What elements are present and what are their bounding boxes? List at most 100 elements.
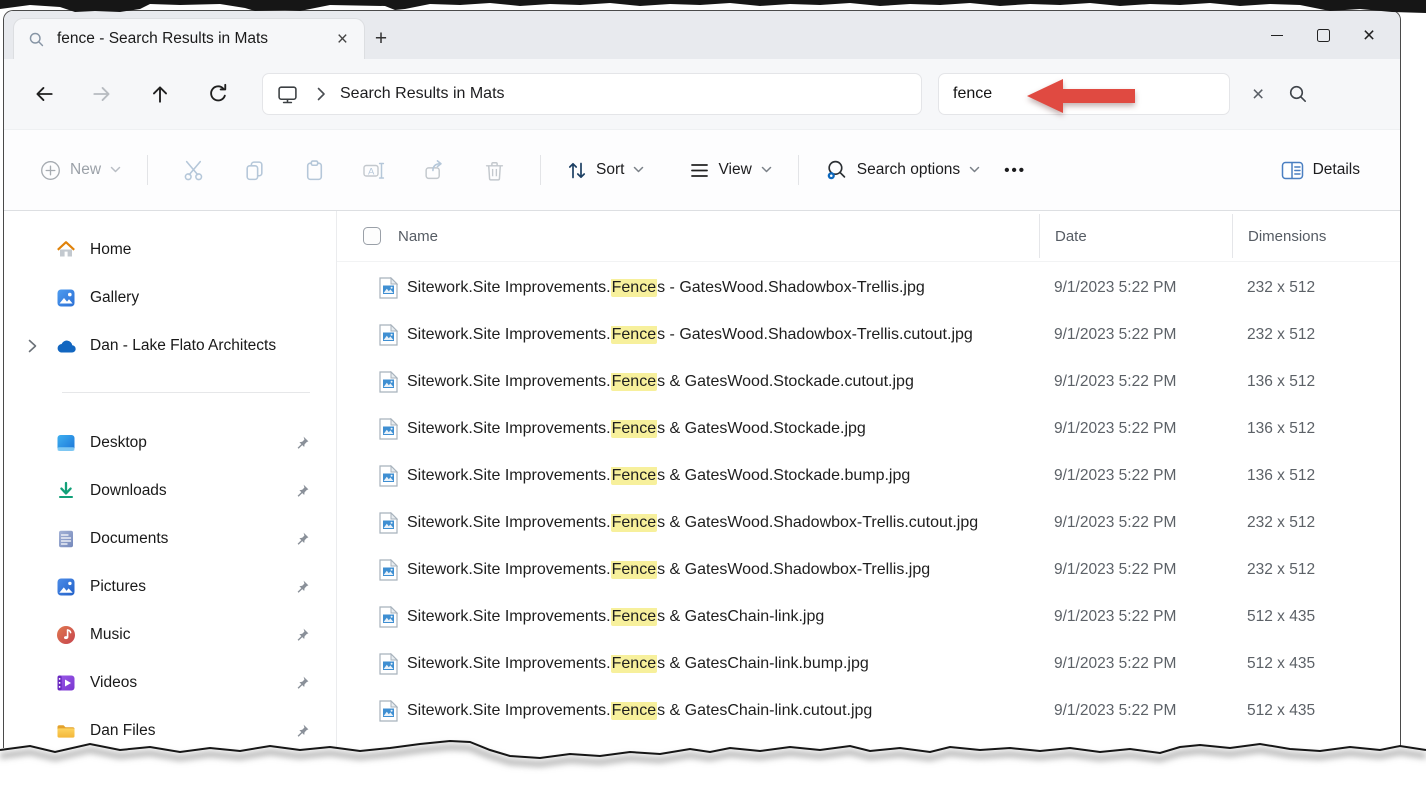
- rename-button[interactable]: A: [351, 148, 397, 192]
- sort-button-label: Sort: [596, 161, 624, 179]
- cut-icon: [183, 159, 206, 182]
- file-row[interactable]: Sitework.Site Improvements.Fences - Gate…: [337, 311, 1400, 358]
- file-row[interactable]: Sitework.Site Improvements.Fences & Gate…: [337, 452, 1400, 499]
- file-row[interactable]: Sitework.Site Improvements.Fences & Gate…: [337, 546, 1400, 593]
- sidebar-item-label: Documents: [90, 530, 168, 548]
- forward-button[interactable]: [80, 72, 124, 116]
- sidebar-item-pictures[interactable]: Pictures: [4, 563, 336, 611]
- music-icon: [54, 624, 78, 646]
- address-bar[interactable]: Search Results in Mats: [262, 73, 922, 115]
- sidebar-item-label: Music: [90, 626, 130, 644]
- chevron-down-icon: [110, 166, 121, 174]
- file-name: Sitework.Site Improvements.Fences - Gate…: [407, 326, 1039, 344]
- name-column-label: Name: [398, 228, 438, 245]
- file-name: Sitework.Site Improvements.Fences - Gate…: [407, 279, 1039, 297]
- sidebar-item-music[interactable]: Music: [4, 611, 336, 659]
- sidebar-item-home[interactable]: Home: [4, 226, 336, 274]
- details-button[interactable]: Details: [1271, 148, 1370, 192]
- jpg-file-icon: [379, 277, 398, 299]
- file-row[interactable]: Sitework.Site Improvements.Fences & Gate…: [337, 687, 1400, 734]
- window-controls: ×: [1254, 11, 1400, 59]
- file-row[interactable]: Sitework.Site Improvements.Fences - Gate…: [337, 264, 1400, 311]
- search-options-icon: [825, 159, 848, 182]
- delete-button[interactable]: [471, 148, 517, 192]
- new-button[interactable]: New: [30, 148, 131, 192]
- jpg-file-icon: [379, 324, 398, 346]
- search-input-value[interactable]: fence: [953, 85, 992, 103]
- sidebar-item-label: Gallery: [90, 289, 139, 307]
- tab-close-icon[interactable]: ×: [331, 28, 354, 51]
- sidebar-item-downloads[interactable]: Downloads: [4, 467, 336, 515]
- torn-edge-top: [0, 0, 1426, 16]
- maximize-button[interactable]: [1300, 13, 1346, 57]
- dimensions-column-label: Dimensions: [1248, 228, 1326, 245]
- cut-button[interactable]: [171, 148, 217, 192]
- tab-search-results[interactable]: fence - Search Results in Mats ×: [14, 19, 364, 59]
- file-row[interactable]: Sitework.Site Improvements.Fences & Gate…: [337, 358, 1400, 405]
- minimize-button[interactable]: [1254, 13, 1300, 57]
- up-arrow-icon: [149, 83, 171, 105]
- sidebar-top-section: Home Gallery Dan - Lake Flato Architects: [4, 226, 336, 370]
- refresh-icon: [207, 83, 229, 105]
- file-row[interactable]: Sitework.Site Improvements.Fences & Gate…: [337, 593, 1400, 640]
- sidebar-item-gallery[interactable]: Gallery: [4, 274, 336, 322]
- forward-arrow-icon: [91, 83, 113, 105]
- refresh-button[interactable]: [196, 72, 240, 116]
- share-button[interactable]: [411, 148, 457, 192]
- sort-button[interactable]: Sort: [557, 148, 654, 192]
- clear-search-icon[interactable]: ×: [1244, 84, 1272, 105]
- sidebar-item-documents[interactable]: Documents: [4, 515, 336, 563]
- file-explorer-window: fence - Search Results in Mats × + ×: [3, 10, 1401, 748]
- onedrive-icon: [54, 335, 78, 357]
- pin-icon: [294, 483, 310, 499]
- file-rows: Sitework.Site Improvements.Fences - Gate…: [337, 262, 1400, 748]
- file-date: 9/1/2023 5:22 PM: [1039, 655, 1232, 673]
- paste-button[interactable]: [291, 148, 337, 192]
- file-dimensions: 136 x 512: [1232, 467, 1400, 485]
- screenshot-page: fence - Search Results in Mats × + ×: [0, 0, 1426, 786]
- search-icon: [28, 31, 45, 48]
- downloads-icon: [54, 480, 78, 502]
- search-submit-button[interactable]: [1282, 84, 1314, 104]
- pin-icon: [294, 675, 310, 691]
- trash-icon: [483, 159, 506, 182]
- view-button[interactable]: View: [680, 148, 781, 192]
- file-date: 9/1/2023 5:22 PM: [1039, 702, 1232, 720]
- column-header-date[interactable]: Date: [1039, 214, 1232, 258]
- search-match-highlight: Fence: [611, 467, 657, 485]
- file-name: Sitework.Site Improvements.Fences & Gate…: [407, 467, 1039, 485]
- search-match-highlight: Fence: [611, 326, 657, 344]
- expand-chevron-icon[interactable]: [26, 338, 54, 354]
- up-button[interactable]: [138, 72, 182, 116]
- back-button[interactable]: [22, 72, 66, 116]
- jpg-file-icon: [379, 465, 398, 487]
- sidebar-item-dan-lake-flato-architects[interactable]: Dan - Lake Flato Architects: [4, 322, 336, 370]
- tab-bar: fence - Search Results in Mats × + ×: [4, 11, 1400, 59]
- pin-icon: [294, 531, 310, 547]
- file-row[interactable]: Sitework.Site Improvements.Fences & Gate…: [337, 640, 1400, 687]
- search-match-highlight: Fence: [611, 655, 657, 673]
- file-name: Sitework.Site Improvements.Fences & Gate…: [407, 608, 1039, 626]
- search-match-highlight: Fence: [611, 373, 657, 391]
- column-header-dimensions[interactable]: Dimensions: [1232, 214, 1400, 258]
- more-options-button[interactable]: •••: [990, 162, 1040, 179]
- file-row[interactable]: Sitework.Site Improvements.Fences & Gate…: [337, 499, 1400, 546]
- gallery-icon: [54, 287, 78, 309]
- sidebar-item-label: Downloads: [90, 482, 167, 500]
- select-all-checkbox[interactable]: [363, 227, 381, 245]
- chevron-down-icon: [969, 166, 980, 174]
- sidebar-item-label: Dan - Lake Flato Architects: [90, 337, 276, 355]
- svg-text:A: A: [368, 166, 375, 177]
- jpg-file-icon: [379, 418, 398, 440]
- copy-button[interactable]: [231, 148, 277, 192]
- search-options-button[interactable]: Search options: [815, 148, 990, 192]
- column-header-name[interactable]: Name: [337, 227, 1039, 245]
- search-box[interactable]: fence: [938, 73, 1230, 115]
- pin-icon: [294, 435, 310, 451]
- sidebar-item-desktop[interactable]: Desktop: [4, 419, 336, 467]
- view-icon: [690, 162, 709, 179]
- close-button[interactable]: ×: [1346, 13, 1392, 57]
- sidebar-item-videos[interactable]: Videos: [4, 659, 336, 707]
- file-row[interactable]: Sitework.Site Improvements.Fences & Gate…: [337, 405, 1400, 452]
- new-tab-button[interactable]: +: [364, 19, 398, 59]
